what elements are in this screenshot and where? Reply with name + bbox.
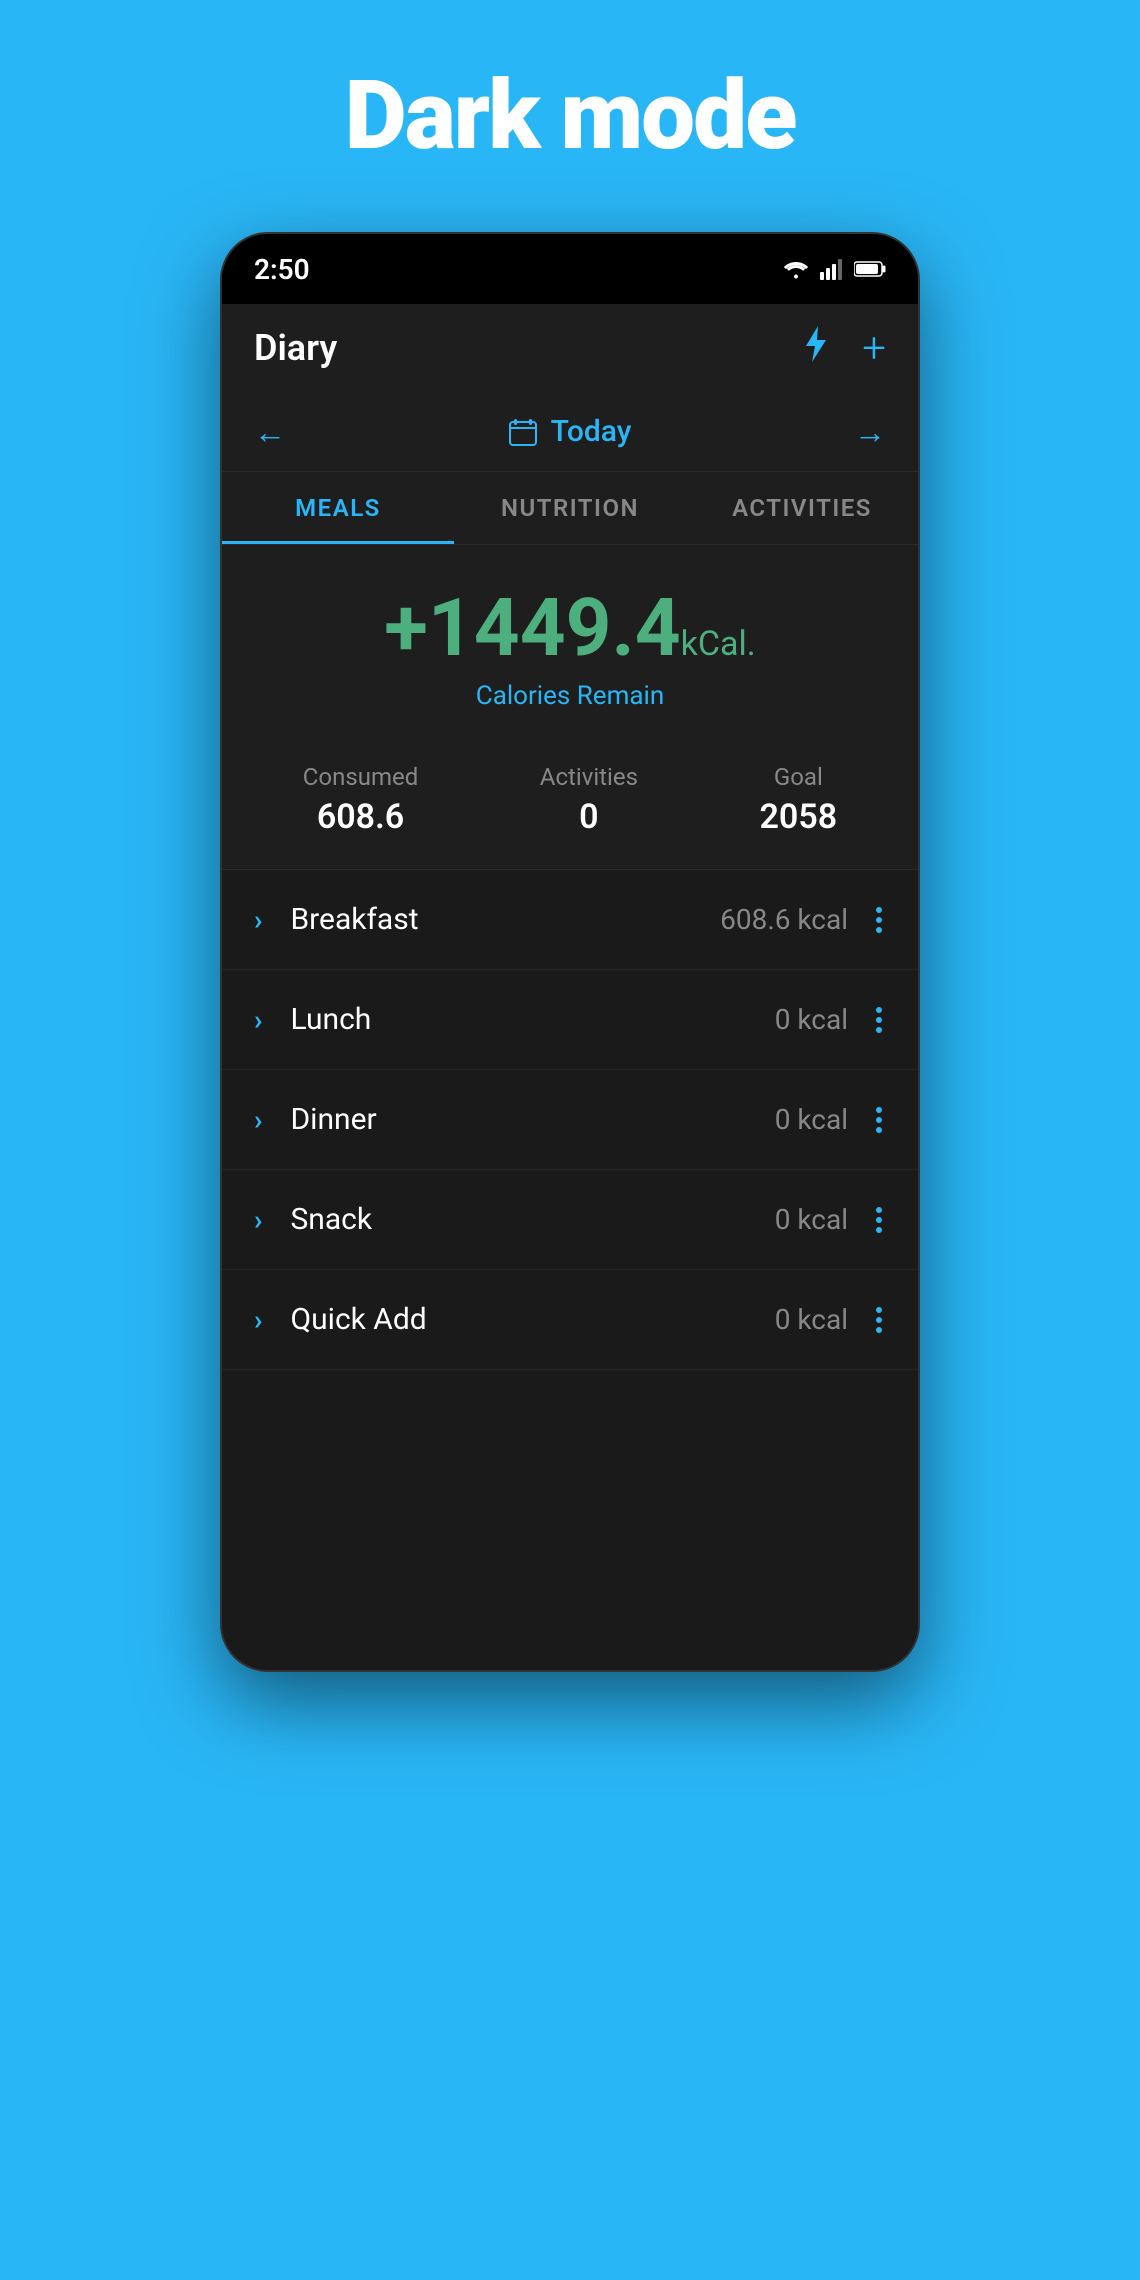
- activities-value: 0: [540, 797, 638, 837]
- quickadd-name: Quick Add: [290, 1302, 774, 1337]
- snack-kcal: 0 kcal: [775, 1203, 848, 1236]
- date-nav: ← Today →: [222, 392, 918, 472]
- meal-row-lunch[interactable]: › Lunch 0 kcal: [222, 970, 918, 1070]
- signal-icon: [820, 258, 844, 280]
- consumed-label: Consumed: [303, 763, 419, 791]
- breakfast-chevron: ›: [254, 903, 262, 936]
- snack-chevron: ›: [254, 1203, 262, 1236]
- stats-row: Consumed 608.6 Activities 0 Goal 2058: [222, 739, 918, 870]
- quickadd-menu-button[interactable]: [872, 1303, 886, 1337]
- kcal-unit: kCal.: [681, 624, 756, 664]
- page-title: Dark mode: [0, 0, 1140, 232]
- goal-label: Goal: [760, 763, 838, 791]
- meal-row-breakfast[interactable]: › Breakfast 608.6 kcal: [222, 870, 918, 970]
- dinner-menu-button[interactable]: [872, 1103, 886, 1137]
- breakfast-menu-button[interactable]: [872, 903, 886, 937]
- tab-meals[interactable]: MEALS: [222, 472, 454, 544]
- lunch-kcal: 0 kcal: [775, 1003, 848, 1036]
- stat-activities: Activities 0: [540, 763, 638, 837]
- app-bar-actions: +: [800, 324, 886, 373]
- date-label: Today: [551, 414, 632, 449]
- status-time: 2:50: [254, 253, 310, 286]
- prev-date-button[interactable]: ←: [254, 413, 286, 451]
- status-icons: [782, 258, 886, 280]
- calories-section: +1449.4kCal. Calories Remain: [222, 545, 918, 739]
- lunch-name: Lunch: [290, 1002, 774, 1037]
- app-bar: Diary +: [222, 304, 918, 392]
- lightning-button[interactable]: [800, 326, 830, 371]
- status-bar: 2:50: [222, 234, 918, 304]
- consumed-value: 608.6: [303, 797, 419, 837]
- tab-activities[interactable]: ACTIVITIES: [686, 472, 918, 544]
- snack-menu-button[interactable]: [872, 1203, 886, 1237]
- breakfast-kcal: 608.6 kcal: [720, 903, 848, 936]
- lightning-icon: [800, 326, 830, 362]
- stat-goal: Goal 2058: [760, 763, 838, 837]
- phone-mockup: 2:50 Diary: [220, 232, 920, 1672]
- calendar-icon: [509, 418, 537, 446]
- meal-row-quickadd[interactable]: › Quick Add 0 kcal: [222, 1270, 918, 1370]
- date-display: Today: [509, 414, 632, 449]
- tab-nutrition[interactable]: NUTRITION: [454, 472, 686, 544]
- activities-label: Activities: [540, 763, 638, 791]
- meal-row-snack[interactable]: › Snack 0 kcal: [222, 1170, 918, 1270]
- dinner-name: Dinner: [290, 1102, 774, 1137]
- stat-consumed: Consumed 608.6: [303, 763, 419, 837]
- snack-name: Snack: [290, 1202, 774, 1237]
- app-bar-title: Diary: [254, 327, 337, 369]
- quickadd-kcal: 0 kcal: [775, 1303, 848, 1336]
- lunch-chevron: ›: [254, 1003, 262, 1036]
- bottom-area: [222, 1370, 918, 1670]
- dinner-chevron: ›: [254, 1103, 262, 1136]
- breakfast-name: Breakfast: [290, 902, 720, 937]
- battery-icon: [854, 260, 886, 278]
- calories-remain-value: +1449.4kCal.: [242, 581, 898, 675]
- tabs-bar: MEALS NUTRITION ACTIVITIES: [222, 472, 918, 545]
- dinner-kcal: 0 kcal: [775, 1103, 848, 1136]
- next-date-button[interactable]: →: [854, 413, 886, 451]
- add-button[interactable]: +: [862, 324, 886, 373]
- wifi-icon: [782, 258, 810, 280]
- meals-list: › Breakfast 608.6 kcal › Lunch 0 kcal › …: [222, 870, 918, 1370]
- goal-value: 2058: [760, 797, 838, 837]
- quickadd-chevron: ›: [254, 1303, 262, 1336]
- lunch-menu-button[interactable]: [872, 1003, 886, 1037]
- calories-remain-label: Calories Remain: [242, 681, 898, 711]
- meal-row-dinner[interactable]: › Dinner 0 kcal: [222, 1070, 918, 1170]
